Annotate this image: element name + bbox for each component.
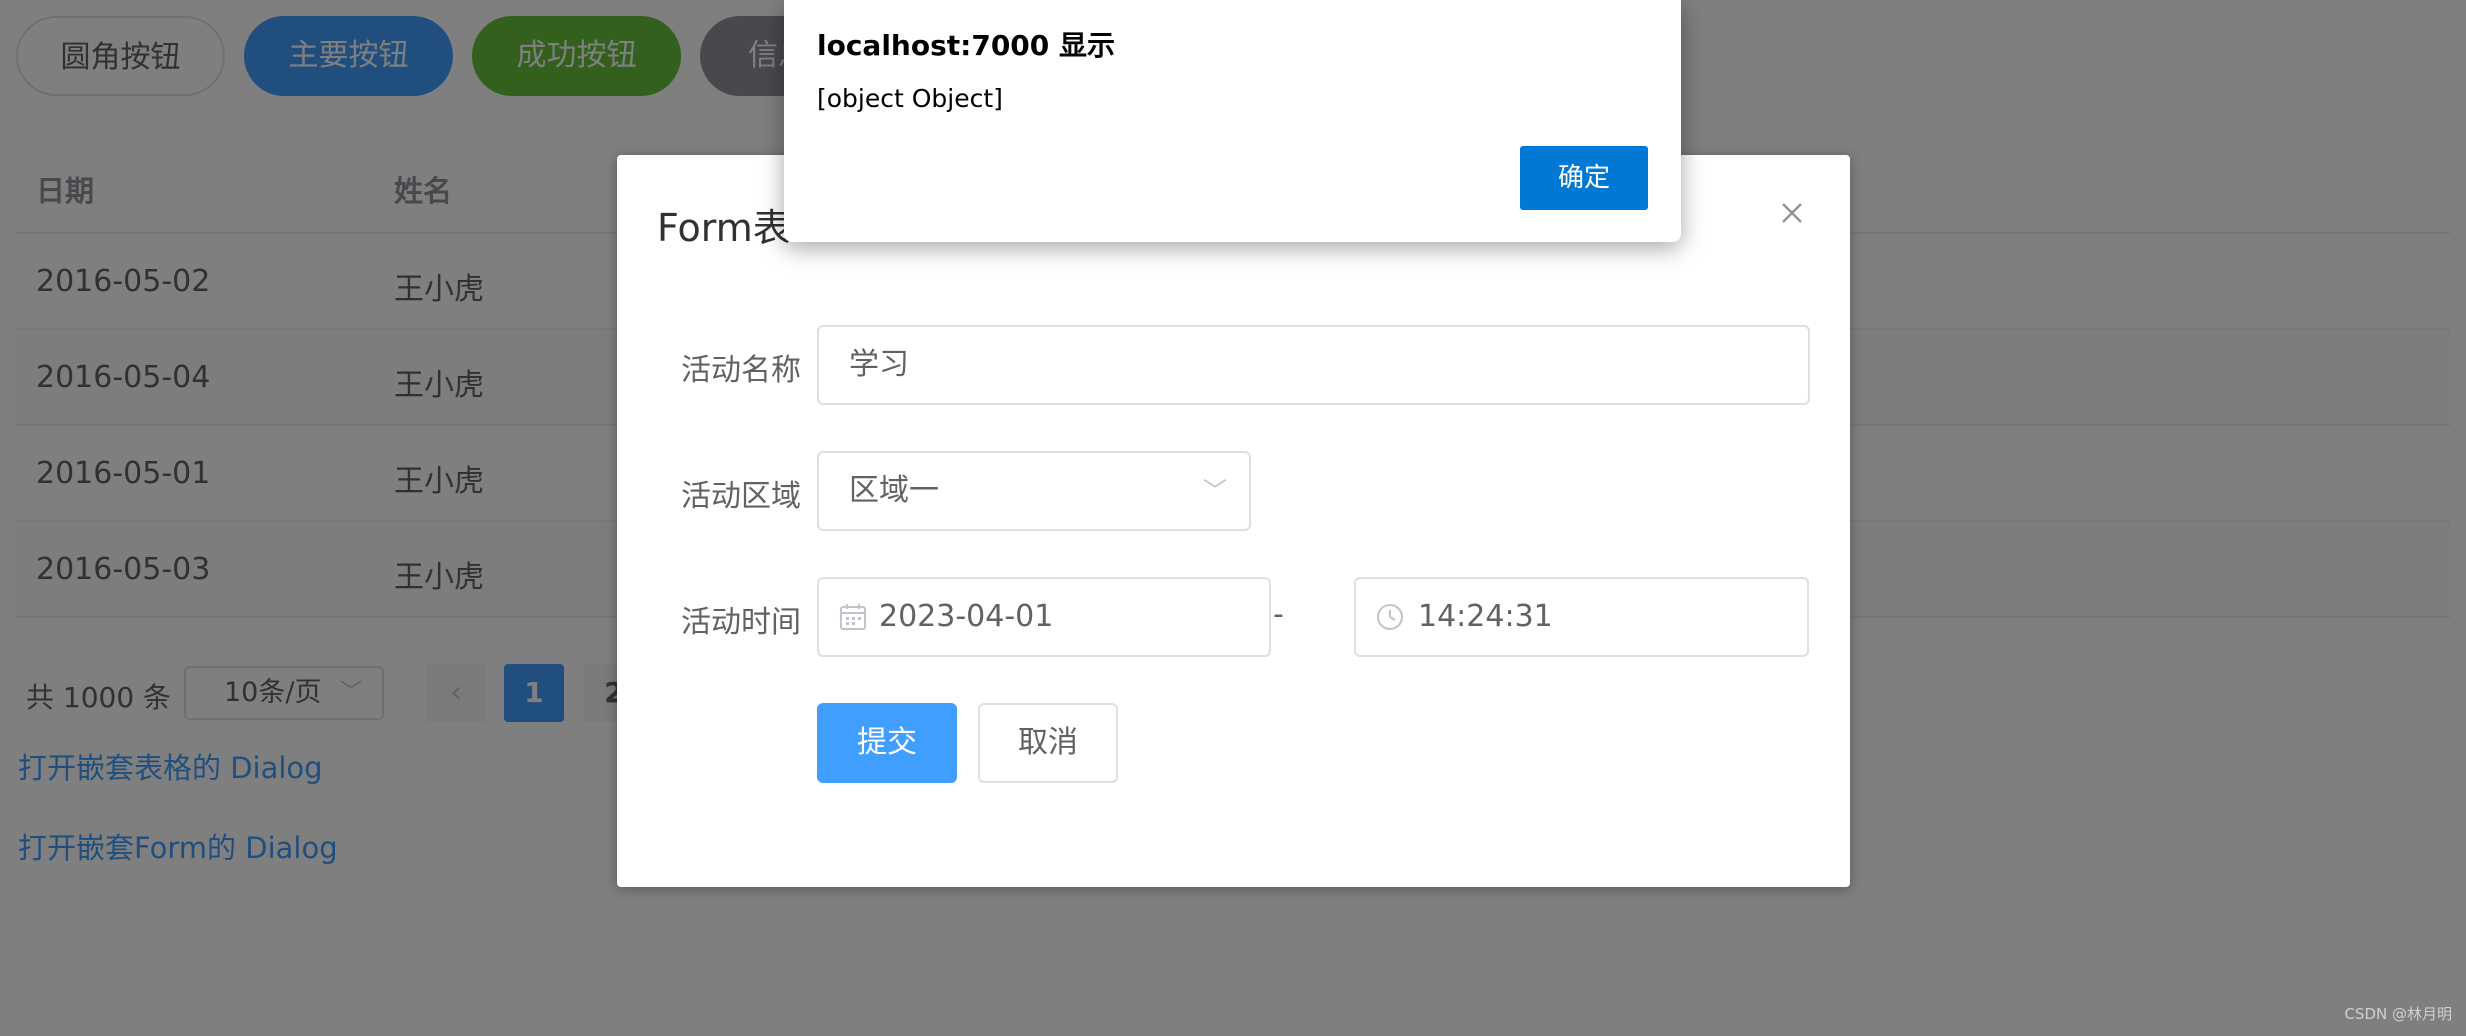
time-picker-input[interactable]: 14:24:31 xyxy=(1354,577,1809,657)
alert-title: localhost:7000 显示 xyxy=(817,29,1116,62)
date-picker-input[interactable]: 2023-04-01 xyxy=(817,577,1271,657)
watermark: CSDN @林月明 xyxy=(2344,1005,2452,1023)
clock-icon xyxy=(1377,604,1403,630)
date-value: 2023-04-01 xyxy=(879,599,1054,634)
form-dialog: Form表 活动名称 学习 活动区域 区域一 ﹀ 活动时间 2023-04-01… xyxy=(617,155,1850,887)
cancel-button[interactable]: 取消 xyxy=(978,703,1118,783)
alert-message: [object Object] xyxy=(817,84,1003,113)
alert-ok-button[interactable]: 确定 xyxy=(1520,146,1648,210)
calendar-icon xyxy=(840,604,866,630)
submit-button[interactable]: 提交 xyxy=(817,703,957,783)
activity-name-label: 活动名称 xyxy=(681,353,801,388)
activity-area-select[interactable]: 区域一 ﹀ xyxy=(817,451,1251,531)
browser-alert: localhost:7000 显示 [object Object] 确定 xyxy=(784,0,1681,242)
form-row-area: 活动区域 区域一 ﹀ xyxy=(617,451,1850,531)
activity-time-label: 活动时间 xyxy=(681,605,801,640)
form-row-name: 活动名称 学习 xyxy=(617,325,1850,405)
time-value: 14:24:31 xyxy=(1418,599,1553,634)
activity-area-value: 区域一 xyxy=(849,473,939,508)
activity-name-input[interactable]: 学习 xyxy=(817,325,1810,405)
dialog-title: Form表 xyxy=(657,206,791,250)
date-time-separator: - xyxy=(1273,597,1284,632)
activity-area-label: 活动区域 xyxy=(681,479,801,514)
chevron-down-icon: ﹀ xyxy=(1203,477,1227,505)
close-icon[interactable] xyxy=(1774,195,1810,231)
form-row-time: 活动时间 2023-04-01 - 14:24:31 xyxy=(617,577,1850,657)
